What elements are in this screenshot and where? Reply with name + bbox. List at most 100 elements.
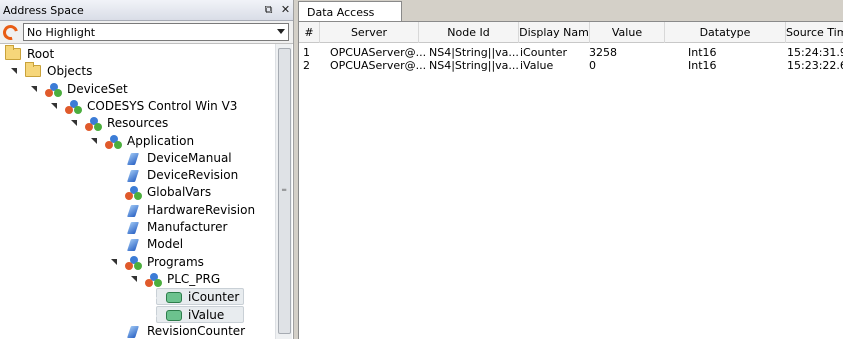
- folder-icon: [5, 45, 21, 60]
- tree-node-label: HardwareRevision: [147, 202, 256, 217]
- expand-arrow-icon[interactable]: [151, 293, 157, 304]
- object-icon: [105, 134, 122, 149]
- tree-node[interactable]: Resources: [0, 115, 270, 132]
- table-cell: 15:23:22.67: [787, 58, 843, 72]
- column-header[interactable]: Source Tim: [786, 22, 843, 43]
- table-cell: OPCUAServer@...: [330, 46, 427, 59]
- data-access-pane: Data Access View #ServerNode IdDisplay N…: [298, 0, 843, 339]
- tree-node-label: Manufacturer: [147, 220, 228, 234]
- variable-icon: [127, 222, 139, 234]
- tree-node-label: Application: [127, 133, 195, 148]
- tree-node[interactable]: CODESYS Control Win V3: [0, 98, 270, 115]
- tree-node-label: iValue: [188, 307, 225, 322]
- data-access-content: # Server Node Id Display Nam Value Datatype So…: [298, 21, 843, 339]
- expand-collapse-icon[interactable]: [31, 85, 37, 92]
- address-space-header: Address Space ⧉ ✕: [0, 0, 293, 21]
- address-space-pane: Address Space ⧉ ✕ No Highlight Root Objec…: [0, 0, 294, 339]
- table-cell: NS4|String||va...: [429, 46, 518, 59]
- tree-node-label: DeviceRevision: [147, 168, 239, 183]
- tree-node[interactable]: Manufacturer: [0, 219, 270, 236]
- tree-node[interactable]: DeviceRevision: [0, 167, 270, 184]
- object-icon: [145, 272, 162, 287]
- table-cell: iCounter: [520, 46, 568, 59]
- tree-node[interactable]: Model: [0, 236, 270, 253]
- tree-node-label: iCounter: [188, 290, 240, 305]
- tree-node-label: RevisionCounter: [147, 323, 246, 338]
- tree-node[interactable]: iCounter: [151, 288, 244, 306]
- scrollbar-grip-icon: ═: [282, 186, 287, 194]
- column-header[interactable]: Node Id: [419, 22, 519, 43]
- table-cell: 15:24:31.97: [787, 46, 843, 59]
- column-header[interactable]: #: [299, 22, 320, 43]
- tree-vertical-scrollbar[interactable]: ═: [275, 44, 292, 339]
- tree-node-label: PLC_PRG: [167, 271, 221, 286]
- highlight-select[interactable]: No Highlight: [23, 23, 289, 41]
- tree-node[interactable]: Programs: [0, 254, 270, 271]
- address-space-title: Address Space: [3, 4, 84, 17]
- tree-node-label: Resources: [107, 116, 169, 131]
- tree-node[interactable]: iValue: [151, 305, 244, 323]
- expand-collapse-icon[interactable]: [11, 68, 17, 75]
- variable-icon: [127, 170, 139, 183]
- tree-node[interactable]: DeviceManual: [0, 150, 270, 167]
- tree-node-label: Objects: [47, 64, 93, 79]
- table-cell: 0: [589, 58, 596, 72]
- column-header[interactable]: Value: [590, 22, 665, 43]
- object-icon: [125, 255, 142, 270]
- expand-collapse-icon[interactable]: [51, 102, 57, 109]
- object-icon: [85, 117, 102, 132]
- variable-icon: [127, 239, 139, 252]
- column-header[interactable]: Datatype: [665, 22, 786, 43]
- table-cell: Int16: [688, 46, 717, 59]
- tag-icon: [166, 309, 182, 321]
- tab-data-access-view[interactable]: Data Access View: [298, 1, 402, 32]
- grid-header: # Server Node Id Display Nam Value Datatype So…: [299, 22, 843, 43]
- tree-node[interactable]: Objects: [0, 62, 270, 80]
- table-row[interactable]: 2 OPCUAServer@... NS4|String||va... iValue 0…: [299, 59, 843, 72]
- expand-collapse-icon[interactable]: [91, 137, 97, 144]
- object-icon: [125, 186, 142, 201]
- table-cell: iValue: [520, 58, 554, 72]
- table-cell: OPCUAServer@...: [330, 58, 427, 72]
- expand-arrow-icon[interactable]: [151, 310, 157, 321]
- refresh-icon[interactable]: [0, 22, 21, 43]
- tree-node-label: Programs: [147, 254, 204, 269]
- tree-node[interactable]: Application: [0, 133, 270, 150]
- table-cell: Int16: [688, 58, 717, 72]
- highlight-select-value: No Highlight: [27, 26, 96, 39]
- object-icon: [65, 99, 82, 114]
- tree-node[interactable]: PLC_PRG: [0, 271, 270, 288]
- address-space-tree: Root Objects DeviceSet CODESYS Control Win …: [0, 44, 275, 339]
- object-icon: [45, 82, 62, 97]
- expand-collapse-icon[interactable]: [71, 120, 77, 127]
- tree-node-label: DeviceSet: [67, 81, 128, 96]
- folder-icon: [25, 62, 41, 78]
- tree-node[interactable]: HardwareRevision: [0, 202, 270, 219]
- variable-icon: [127, 325, 139, 338]
- tree-node-label: Model: [147, 237, 184, 252]
- tree-node[interactable]: GlobalVars: [0, 184, 270, 201]
- tree-node-label: DeviceManual: [147, 150, 232, 165]
- scrollbar-thumb[interactable]: ═: [278, 48, 291, 334]
- tree-node[interactable]: DeviceSet: [0, 81, 270, 98]
- variable-icon: [127, 152, 139, 165]
- pin-icon[interactable]: ⧉: [262, 3, 275, 16]
- table-cell: NS4|String||va...: [429, 58, 518, 72]
- chevron-down-icon[interactable]: [277, 29, 285, 34]
- tree-node[interactable]: Root: [0, 45, 270, 63]
- table-cell: 2: [303, 58, 310, 72]
- table-cell: 1: [303, 46, 310, 59]
- variable-icon: [127, 204, 139, 217]
- tree-node-label: Root: [27, 47, 55, 61]
- table-row[interactable]: 1 OPCUAServer@... NS4|String||va... iCounte…: [299, 46, 843, 59]
- tag-icon: [166, 292, 182, 304]
- table-cell: 3258: [589, 46, 617, 59]
- close-icon[interactable]: ✕: [279, 3, 292, 16]
- tree-node-label: GlobalVars: [147, 185, 212, 200]
- tree-node[interactable]: RevisionCounter: [0, 323, 270, 339]
- address-space-toolbar: No Highlight: [0, 21, 293, 44]
- expand-collapse-icon[interactable]: [131, 275, 137, 282]
- column-header[interactable]: Display Nam: [519, 22, 590, 43]
- column-header[interactable]: Server: [320, 22, 419, 43]
- expand-collapse-icon[interactable]: [111, 258, 117, 265]
